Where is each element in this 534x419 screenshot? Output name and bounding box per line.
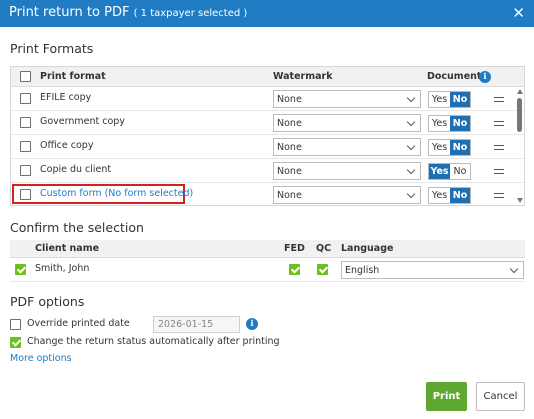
format-checkbox[interactable] — [20, 141, 31, 152]
documents-yes-option[interactable]: Yes — [429, 92, 450, 107]
format-row: Government copy None Yes No — [11, 111, 524, 135]
more-options-link[interactable]: More options — [10, 353, 72, 364]
watermark-select[interactable]: None — [273, 186, 421, 204]
drag-handle-icon[interactable] — [494, 121, 504, 126]
client-checkbox[interactable] — [15, 264, 26, 275]
documents-toggle[interactable]: Yes No — [428, 115, 471, 132]
dialog-titlebar: Print return to PDF ( 1 taxpayer selecte… — [0, 0, 534, 27]
info-icon[interactable]: i — [479, 71, 491, 83]
documents-no-option[interactable]: No — [450, 164, 470, 179]
watermark-value: None — [277, 118, 302, 129]
documents-no-option[interactable]: No — [450, 92, 470, 107]
watermark-select[interactable]: None — [273, 114, 421, 132]
cancel-button[interactable]: Cancel — [476, 382, 525, 411]
format-checkbox[interactable] — [20, 165, 31, 176]
select-all-formats-checkbox[interactable] — [20, 71, 31, 82]
confirm-header: Client name FED QC Language — [10, 240, 525, 258]
chevron-down-icon — [509, 264, 519, 274]
client-row: Smith, John English — [10, 258, 525, 282]
column-client-name: Client name — [35, 243, 100, 254]
confirm-selection-grid: Client name FED QC Language Smith, John … — [10, 240, 525, 282]
chevron-down-icon — [406, 117, 416, 127]
change-status-checkbox[interactable] — [10, 337, 21, 348]
confirm-selection-title: Confirm the selection — [10, 220, 144, 235]
print-formats-title: Print Formats — [10, 41, 94, 56]
print-formats-grid: Print format Watermark Documents i EFILE… — [10, 66, 525, 206]
print-formats-header: Print format Watermark Documents i — [11, 67, 524, 87]
pdf-options-title: PDF options — [10, 294, 85, 309]
scroll-up-icon[interactable] — [517, 89, 523, 94]
language-select[interactable]: English — [341, 261, 524, 279]
client-name: Smith, John — [35, 263, 90, 274]
documents-yes-option[interactable]: Yes — [429, 116, 450, 131]
format-name: Office copy — [40, 140, 94, 151]
chevron-down-icon — [406, 93, 416, 103]
documents-no-option[interactable]: No — [450, 188, 470, 203]
column-qc: QC — [316, 243, 332, 254]
documents-toggle[interactable]: Yes No — [428, 163, 471, 180]
column-watermark: Watermark — [273, 71, 333, 82]
qc-checkbox[interactable] — [317, 264, 328, 275]
watermark-value: None — [277, 166, 302, 177]
format-row: Custom form (No form selected) None Yes N… — [11, 183, 524, 205]
watermark-value: None — [277, 190, 302, 201]
format-row: Copie du client None Yes No — [11, 159, 524, 183]
watermark-value: None — [277, 94, 302, 105]
format-checkbox[interactable] — [20, 93, 31, 104]
dialog-title-text: Print return to PDF — [9, 5, 130, 20]
format-row: EFILE copy None Yes No — [11, 87, 524, 111]
chevron-down-icon — [406, 141, 416, 151]
change-status-label: Change the return status automatically a… — [27, 336, 280, 347]
drag-handle-icon[interactable] — [494, 97, 504, 102]
chevron-down-icon — [406, 189, 416, 199]
format-name: Government copy — [40, 116, 125, 127]
print-button[interactable]: Print — [426, 382, 467, 411]
close-icon[interactable]: ✕ — [512, 4, 525, 22]
drag-handle-icon[interactable] — [494, 169, 504, 174]
column-fed: FED — [284, 243, 305, 254]
format-checkbox[interactable] — [20, 117, 31, 128]
printed-date-input[interactable]: 2026-01-15 — [153, 316, 240, 333]
documents-toggle[interactable]: Yes No — [428, 91, 471, 108]
chevron-down-icon — [406, 165, 416, 175]
custom-form-link[interactable]: Custom form (No form selected) — [40, 188, 193, 199]
formats-scrollbar[interactable] — [515, 87, 524, 205]
documents-toggle[interactable]: Yes No — [428, 187, 471, 204]
scroll-thumb[interactable] — [517, 98, 522, 132]
format-name: Copie du client — [40, 164, 112, 175]
format-name: EFILE copy — [40, 92, 92, 103]
documents-yes-option[interactable]: Yes — [429, 188, 450, 203]
dialog-subtitle: ( 1 taxpayer selected ) — [133, 8, 248, 19]
column-language: Language — [341, 243, 394, 254]
documents-no-option[interactable]: No — [450, 116, 470, 131]
column-print-format: Print format — [40, 71, 106, 82]
override-date-checkbox[interactable] — [10, 319, 21, 330]
watermark-select[interactable]: None — [273, 138, 421, 156]
language-value: English — [345, 265, 380, 276]
documents-yes-option[interactable]: Yes — [429, 140, 450, 155]
scroll-down-icon[interactable] — [517, 198, 523, 203]
documents-no-option[interactable]: No — [450, 140, 470, 155]
format-checkbox[interactable] — [20, 189, 31, 200]
override-date-label: Override printed date — [27, 318, 130, 329]
format-row: Office copy None Yes No — [11, 135, 524, 159]
watermark-select[interactable]: None — [273, 162, 421, 180]
watermark-value: None — [277, 142, 302, 153]
documents-toggle[interactable]: Yes No — [428, 139, 471, 156]
fed-checkbox[interactable] — [289, 264, 300, 275]
documents-yes-option[interactable]: Yes — [429, 164, 450, 179]
dialog-title: Print return to PDF ( 1 taxpayer selecte… — [9, 5, 247, 20]
info-icon[interactable]: i — [246, 318, 258, 330]
drag-handle-icon[interactable] — [494, 145, 504, 150]
drag-handle-icon[interactable] — [494, 193, 504, 198]
watermark-select[interactable]: None — [273, 90, 421, 108]
